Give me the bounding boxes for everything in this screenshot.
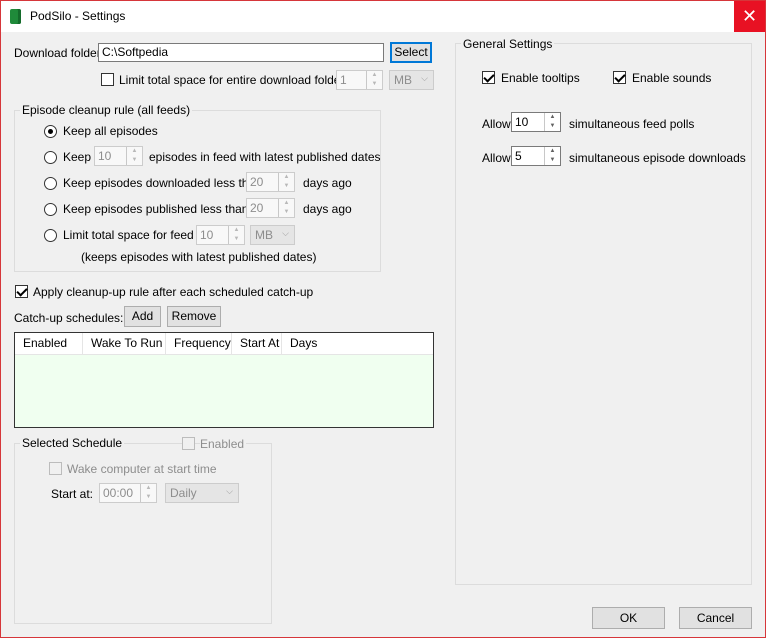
apply-cleanup-checkbox[interactable] (15, 285, 28, 298)
keep-published-value: 20 (250, 201, 264, 215)
keep-published-label: Keep episodes published less than (63, 202, 249, 216)
radio-limit-feed[interactable] (44, 229, 57, 242)
download-folder-label: Download folder: (14, 46, 105, 60)
chevron-down-icon: ⌵ (226, 486, 233, 496)
chevron-down-icon: ⌵ (282, 228, 289, 238)
spin-up-icon[interactable]: ▲ (545, 147, 560, 156)
limit-feed-stepper[interactable]: 10 ▲ ▼ (196, 225, 245, 245)
episode-downloads-value: 5 (515, 149, 522, 163)
spin-down-icon[interactable]: ▼ (279, 208, 294, 217)
remove-schedule-button[interactable]: Remove (167, 306, 221, 327)
allow-polls-label: Allow (482, 117, 511, 131)
keep-n-value: 10 (98, 149, 112, 163)
spin-up-icon[interactable]: ▲ (545, 113, 560, 122)
limit-feed-unit: MB (255, 228, 273, 242)
spin-down-icon[interactable]: ▼ (141, 493, 156, 502)
enable-tooltips-label: Enable tooltips (501, 71, 580, 85)
app-icon (10, 9, 21, 24)
download-folder-input[interactable]: C:\Softpedia (98, 43, 384, 62)
spin-down-icon[interactable]: ▼ (545, 122, 560, 131)
radio-keep-all[interactable] (44, 125, 57, 138)
spin-down-icon[interactable]: ▼ (229, 235, 244, 244)
start-at-value: 00:00 (103, 486, 134, 500)
schedules-list[interactable]: Enabled Wake To Run Frequency Start At D… (14, 332, 434, 428)
spin-up-icon[interactable]: ▲ (127, 147, 142, 156)
spin-down-icon[interactable]: ▼ (127, 156, 142, 165)
spin-up-icon[interactable]: ▲ (367, 71, 382, 80)
spin-down-icon[interactable]: ▼ (545, 156, 560, 165)
limit-feed-unit-select[interactable]: MB ⌵ (250, 225, 295, 245)
limit-feed-label: Limit total space for feed to (63, 228, 208, 242)
keep-downloaded-suffix: days ago (303, 176, 352, 190)
ok-button[interactable]: OK (592, 607, 665, 629)
close-button[interactable]: ✕ (734, 1, 765, 32)
general-settings-title: General Settings (461, 37, 555, 51)
allow-downloads-label: Allow (482, 151, 511, 165)
catchup-schedules-label: Catch-up schedules: (14, 311, 124, 325)
cancel-button[interactable]: Cancel (679, 607, 752, 629)
frequency-value: Daily (170, 486, 197, 500)
spin-up-icon[interactable]: ▲ (229, 226, 244, 235)
keep-n-suffix: episodes in feed with latest published d… (149, 150, 381, 164)
feed-polls-suffix: simultaneous feed polls (569, 117, 695, 131)
keep-published-stepper[interactable]: 20 ▲ ▼ (246, 198, 295, 218)
enable-tooltips-checkbox[interactable] (482, 71, 495, 84)
enable-sounds-checkbox[interactable] (613, 71, 626, 84)
schedule-enabled-checkbox[interactable] (182, 437, 195, 450)
radio-keep-published[interactable] (44, 203, 57, 216)
keep-downloaded-value: 20 (250, 175, 264, 189)
column-start-at[interactable]: Start At (232, 333, 282, 354)
start-at-time-picker[interactable]: 00:00 ▲ ▼ (99, 483, 157, 503)
keep-n-stepper[interactable]: 10 ▲ ▼ (94, 146, 143, 166)
add-schedule-button[interactable]: Add (124, 306, 161, 327)
title-bar: PodSilo - Settings ✕ (1, 1, 765, 32)
feed-polls-value: 10 (515, 115, 529, 129)
spin-up-icon[interactable]: ▲ (141, 484, 156, 493)
limit-folder-stepper[interactable]: 1 ▲ ▼ (336, 70, 383, 90)
spin-down-icon[interactable]: ▼ (367, 80, 382, 89)
radio-keep-n[interactable] (44, 151, 57, 164)
radio-keep-downloaded[interactable] (44, 177, 57, 190)
wake-computer-label: Wake computer at start time (67, 462, 217, 476)
cleanup-group-title: Episode cleanup rule (all feeds) (20, 103, 193, 117)
enable-sounds-label: Enable sounds (632, 71, 712, 85)
column-days[interactable]: Days (282, 333, 342, 354)
start-at-label: Start at: (51, 487, 94, 501)
episode-downloads-suffix: simultaneous episode downloads (569, 151, 746, 165)
keep-all-label: Keep all episodes (63, 124, 158, 138)
limit-folder-checkbox[interactable] (101, 73, 114, 86)
spin-up-icon[interactable]: ▲ (279, 199, 294, 208)
chevron-down-icon: ⌵ (421, 73, 428, 83)
spin-up-icon[interactable]: ▲ (279, 173, 294, 182)
limit-feed-note: (keeps episodes with latest published da… (81, 250, 317, 264)
column-enabled[interactable]: Enabled (15, 333, 83, 354)
schedule-enabled-label: Enabled (200, 437, 247, 451)
close-icon: ✕ (741, 6, 758, 26)
column-wake-to-run[interactable]: Wake To Run (83, 333, 166, 354)
episode-downloads-stepper[interactable]: 5 ▲ ▼ (511, 146, 561, 166)
feed-polls-stepper[interactable]: 10 ▲ ▼ (511, 112, 561, 132)
spin-down-icon[interactable]: ▼ (279, 182, 294, 191)
limit-feed-value: 10 (200, 228, 214, 242)
wake-computer-checkbox[interactable] (49, 462, 62, 475)
limit-folder-label: Limit total space for entire download fo… (119, 73, 358, 87)
keep-downloaded-stepper[interactable]: 20 ▲ ▼ (246, 172, 295, 192)
select-folder-button[interactable]: Select (390, 42, 432, 63)
keep-published-suffix: days ago (303, 202, 352, 216)
window-title: PodSilo - Settings (30, 9, 126, 23)
apply-cleanup-label: Apply cleanup-up rule after each schedul… (33, 285, 314, 299)
column-frequency[interactable]: Frequency (166, 333, 232, 354)
keep-n-label: Keep (63, 150, 92, 164)
limit-folder-unit: MB (394, 73, 412, 87)
selected-schedule-title: Selected Schedule (20, 436, 125, 450)
limit-folder-value: 1 (340, 73, 347, 87)
keep-downloaded-label: Keep episodes downloaded less than (63, 176, 262, 190)
limit-folder-unit-select[interactable]: MB ⌵ (389, 70, 434, 90)
frequency-select[interactable]: Daily ⌵ (165, 483, 239, 503)
schedules-list-header: Enabled Wake To Run Frequency Start At D… (15, 333, 433, 355)
